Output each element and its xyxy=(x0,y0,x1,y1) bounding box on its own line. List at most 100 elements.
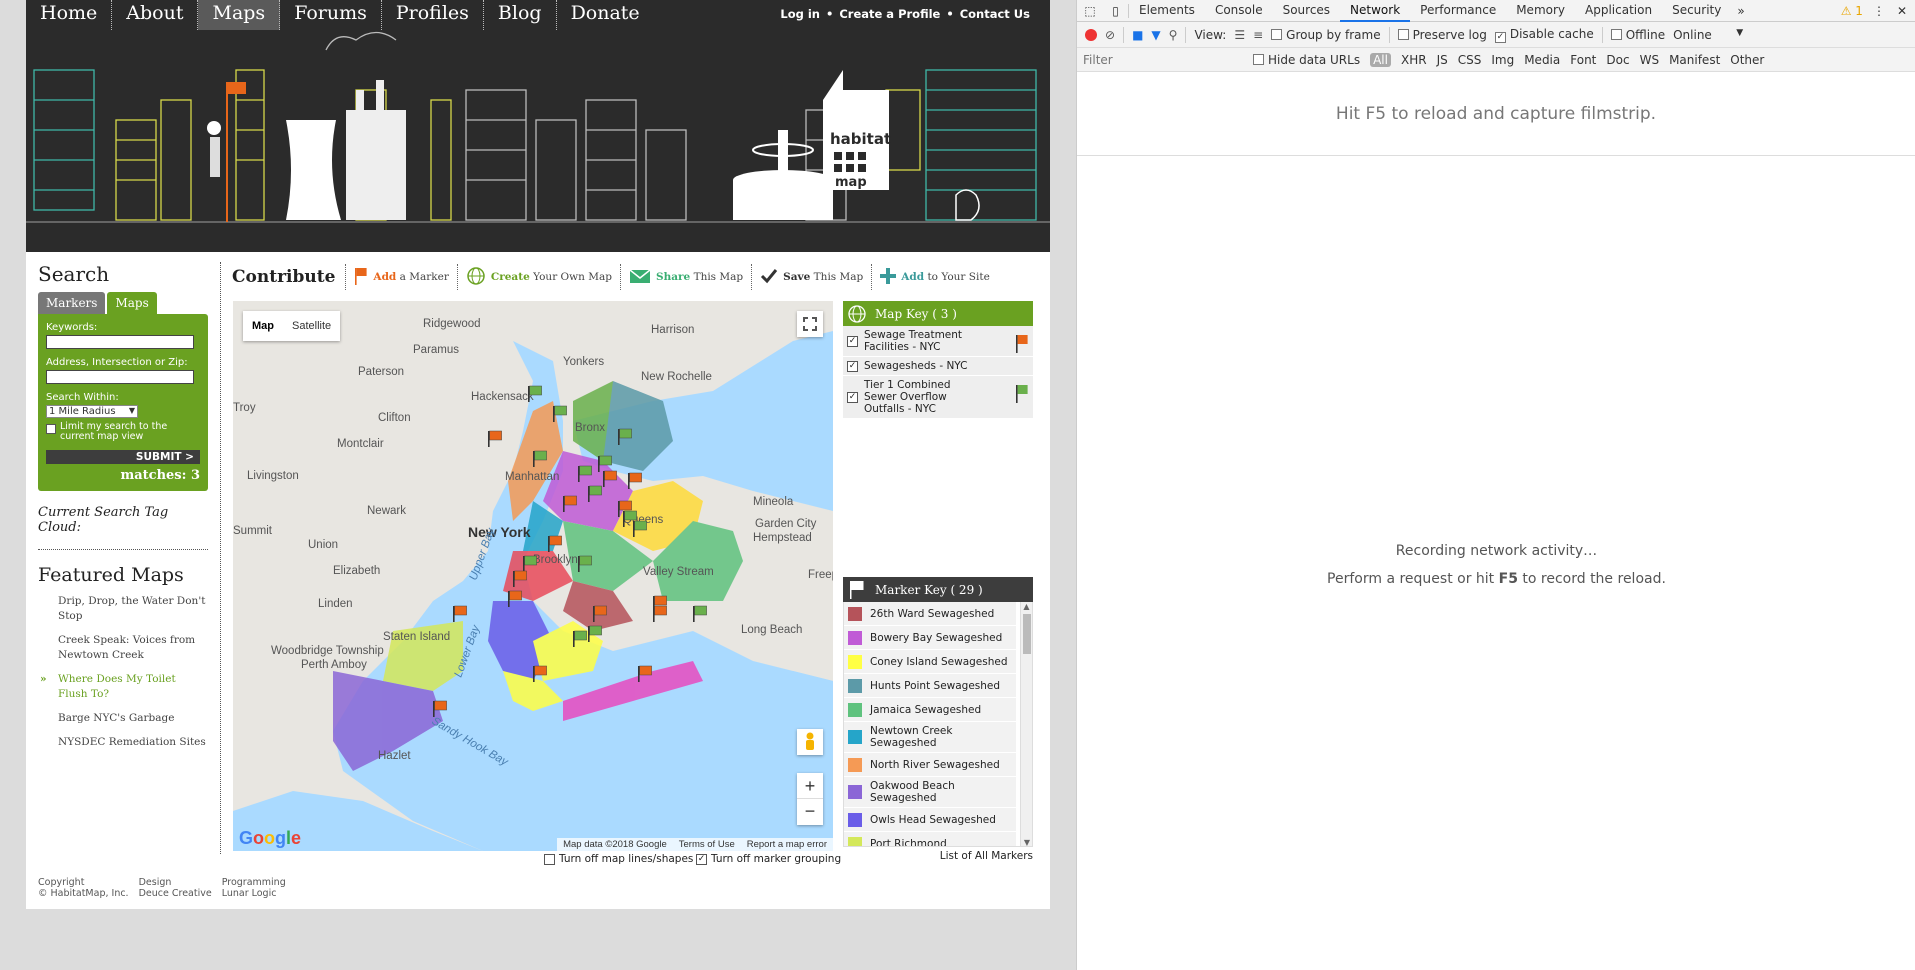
marker-key-item[interactable]: Port Richmond xyxy=(844,832,1016,846)
group-by-frame-option[interactable]: Group by frame xyxy=(1271,28,1381,42)
featured-map-link[interactable]: Creek Speak: Voices from Newtown Creek xyxy=(38,633,208,663)
filter-type-css[interactable]: CSS xyxy=(1458,53,1482,67)
tab-console[interactable]: Console xyxy=(1205,0,1273,22)
map-key-checkbox[interactable]: ✓ xyxy=(847,391,858,403)
nav-about[interactable]: About xyxy=(112,0,199,30)
tab-network[interactable]: Network xyxy=(1340,0,1411,22)
tab-security[interactable]: Security xyxy=(1662,0,1731,22)
filter-input[interactable] xyxy=(1083,50,1243,69)
radius-select[interactable]: 1 Mile Radius ▼ xyxy=(46,405,138,418)
nav-forums[interactable]: Forums xyxy=(280,0,382,30)
fullscreen-button[interactable] xyxy=(797,311,823,337)
map-type-satellite-button[interactable]: Satellite xyxy=(283,311,340,341)
login-link[interactable]: Log in xyxy=(780,7,820,21)
close-icon[interactable]: ✕ xyxy=(1895,4,1915,18)
marker-key-item[interactable]: Newtown Creek Sewageshed xyxy=(844,722,1016,753)
marker-key-item[interactable]: North River Sewageshed xyxy=(844,753,1016,777)
filter-type-xhr[interactable]: XHR xyxy=(1401,53,1427,67)
featured-map-link[interactable]: NYSDEC Remediation Sites xyxy=(38,735,208,750)
zoom-out-button[interactable]: − xyxy=(797,799,823,825)
contribute-create-1[interactable]: Create Your Own Map xyxy=(456,264,620,290)
marker-key-item[interactable]: Coney Island Sewageshed xyxy=(844,650,1016,674)
tab-memory[interactable]: Memory xyxy=(1506,0,1575,22)
nav-maps[interactable]: Maps xyxy=(198,0,281,30)
filter-icon[interactable]: ▼ xyxy=(1151,28,1160,42)
screenshot-icon[interactable]: ■ xyxy=(1132,28,1143,42)
filter-type-manifest[interactable]: Manifest xyxy=(1669,53,1720,67)
offline-option[interactable]: Offline xyxy=(1610,28,1665,42)
featured-map-link[interactable]: » Where Does My Toilet Flush To? xyxy=(38,672,208,702)
filter-type-doc[interactable]: Doc xyxy=(1606,53,1629,67)
record-icon[interactable] xyxy=(1085,28,1097,41)
map-key-item[interactable]: ✓ Sewage Treatment Facilities - NYC xyxy=(843,326,1033,357)
place-label: Perth Amboy xyxy=(301,659,367,671)
map-key-checkbox[interactable]: ✓ xyxy=(847,360,858,372)
featured-map-link[interactable]: Drip, Drop, the Water Don't Stop xyxy=(38,594,208,624)
throttle-select[interactable]: Online ▼ xyxy=(1673,28,1743,42)
preserve-log-option[interactable]: Preserve log xyxy=(1397,28,1487,42)
map-key-item[interactable]: ✓ Sewagesheds - NYC xyxy=(843,357,1033,376)
street-view-pegman[interactable] xyxy=(797,729,823,755)
tab-sources[interactable]: Sources xyxy=(1273,0,1340,22)
filter-type-other[interactable]: Other xyxy=(1730,53,1764,67)
devtools-menu-icon[interactable]: ⋮ xyxy=(1863,4,1895,18)
disable-cache-option[interactable]: ✓ Disable cache xyxy=(1494,27,1594,43)
nav-home[interactable]: Home xyxy=(26,0,113,30)
marker-key-item[interactable]: Oakwood Beach Sewageshed xyxy=(844,777,1016,808)
tab-application[interactable]: Application xyxy=(1575,0,1662,22)
overview-icon[interactable]: ≡ xyxy=(1253,28,1263,42)
scrollbar-thumb[interactable] xyxy=(1023,614,1031,654)
submit-button[interactable]: SUBMIT > xyxy=(46,450,200,464)
tab-elements[interactable]: Elements xyxy=(1129,0,1205,22)
contribute-add-0[interactable]: Add a Marker xyxy=(345,264,456,290)
terms-of-use-link[interactable]: Terms of Use xyxy=(679,839,735,850)
create-profile-link[interactable]: Create a Profile xyxy=(839,7,940,21)
filter-type-ws[interactable]: WS xyxy=(1640,53,1659,67)
map-key-checkbox[interactable]: ✓ xyxy=(847,335,858,347)
marker-grouping-checkbox[interactable]: ✓ xyxy=(696,853,707,865)
contribute-bar: Contribute Add a Marker Create Your Own M… xyxy=(232,262,998,292)
map-type-map-button[interactable]: Map xyxy=(243,311,283,341)
filter-type-js[interactable]: JS xyxy=(1437,53,1448,67)
search-icon[interactable]: ⚲ xyxy=(1169,28,1178,42)
marker-key-header: Marker Key ( 29 ) xyxy=(843,577,1033,602)
list-all-markers-link[interactable]: List of All Markers xyxy=(940,850,1033,862)
device-toggle-icon[interactable]: ▯ xyxy=(1103,3,1129,18)
filter-type-img[interactable]: Img xyxy=(1491,53,1514,67)
marker-key-item[interactable]: Jamaica Sewageshed xyxy=(844,698,1016,722)
more-tabs-icon[interactable]: » xyxy=(1731,4,1750,18)
report-map-error-link[interactable]: Report a map error xyxy=(747,839,827,850)
contribute-add-4[interactable]: Add to Your Site xyxy=(871,264,998,290)
tab-markers[interactable]: Markers xyxy=(38,292,106,314)
nav-blog[interactable]: Blog xyxy=(484,0,557,30)
zoom-in-button[interactable]: + xyxy=(797,773,823,799)
large-rows-icon[interactable]: ☰ xyxy=(1234,28,1245,42)
warning-badge[interactable]: ⚠ 1 xyxy=(1841,4,1863,18)
featured-map-link[interactable]: Barge NYC's Garbage xyxy=(38,711,208,726)
marker-key-item[interactable]: Bowery Bay Sewageshed xyxy=(844,626,1016,650)
map-lines-checkbox[interactable] xyxy=(544,853,555,865)
clear-icon[interactable]: ⊘ xyxy=(1105,28,1115,42)
map-view[interactable]: Ridgewood Paramus Harrison Yonkers New Roche… xyxy=(233,301,833,851)
nav-donate[interactable]: Donate xyxy=(557,0,654,30)
marker-key-label: Bowery Bay Sewageshed xyxy=(870,631,1003,644)
tab-maps[interactable]: Maps xyxy=(107,292,157,314)
limit-to-view-checkbox[interactable] xyxy=(46,424,56,434)
address-input[interactable] xyxy=(46,370,194,384)
marker-key-item[interactable]: 26th Ward Sewageshed xyxy=(844,602,1016,626)
marker-key-item[interactable]: Owls Head Sewageshed xyxy=(844,808,1016,832)
contribute-share-2[interactable]: Share This Map xyxy=(619,264,751,290)
keywords-input[interactable] xyxy=(46,335,194,349)
contribute-save-3[interactable]: Save This Map xyxy=(751,264,871,290)
map-key-item[interactable]: ✓ Tier 1 Combined Sewer Overflow Outfalls… xyxy=(843,376,1033,419)
filter-type-font[interactable]: Font xyxy=(1570,53,1596,67)
marker-key-scrollbar[interactable]: ▲ ▼ xyxy=(1020,602,1032,846)
inspect-icon[interactable]: ⬚ xyxy=(1077,4,1103,18)
filter-type-media[interactable]: Media xyxy=(1524,53,1560,67)
hide-data-urls-option[interactable]: Hide data URLs xyxy=(1253,53,1360,67)
tab-performance[interactable]: Performance xyxy=(1410,0,1506,22)
nav-profiles[interactable]: Profiles xyxy=(382,0,484,30)
contact-us-link[interactable]: Contact Us xyxy=(960,7,1030,21)
filter-type-all[interactable]: All xyxy=(1370,52,1391,67)
marker-key-item[interactable]: Hunts Point Sewageshed xyxy=(844,674,1016,698)
